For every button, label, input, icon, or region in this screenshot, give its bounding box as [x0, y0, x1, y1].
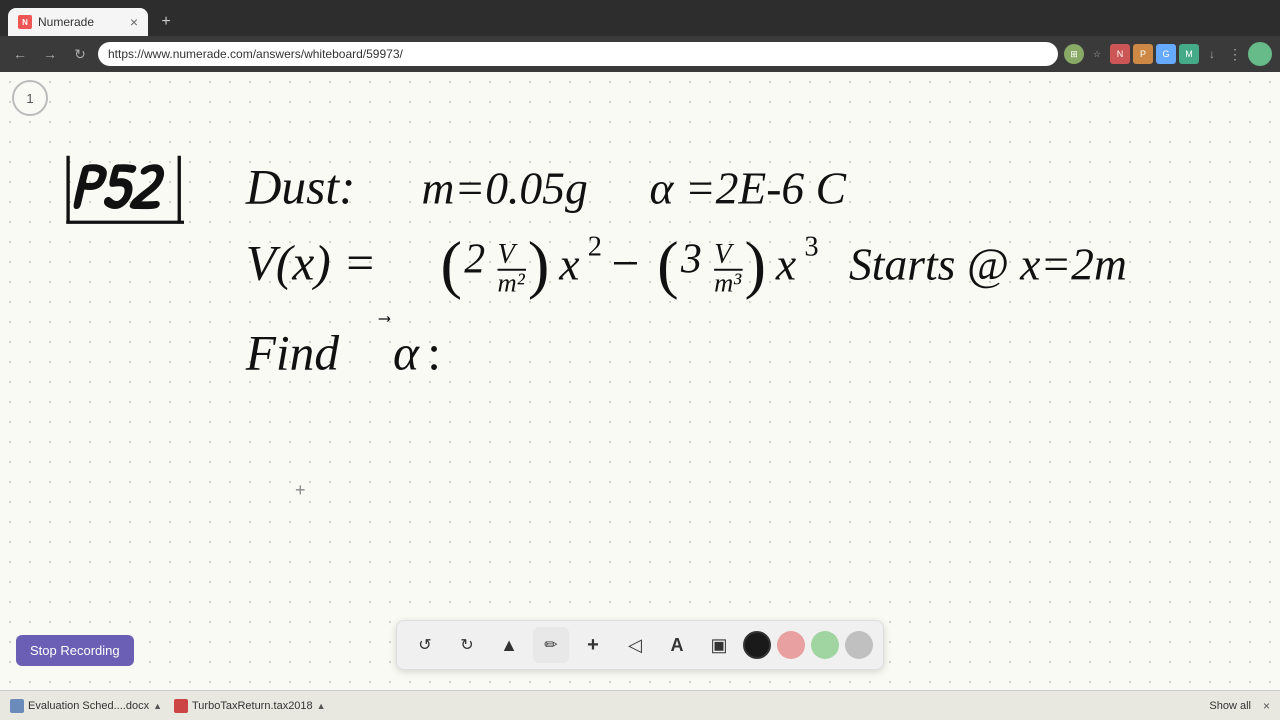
page-number: 1	[12, 80, 48, 116]
tab-favicon: N	[18, 15, 32, 29]
url-bar[interactable]: https://www.numerade.com/answers/whitebo…	[98, 42, 1058, 66]
svg-text:V(x) =: V(x) =	[246, 235, 377, 290]
color-gray-swatch[interactable]	[845, 631, 873, 659]
svg-text:x: x	[775, 238, 796, 289]
svg-text:V: V	[498, 239, 519, 270]
tab-label: Numerade	[38, 15, 94, 29]
svg-text:m³: m³	[714, 268, 742, 298]
extensions-icon[interactable]: ⊞	[1064, 44, 1084, 64]
svg-text:m=0.05g: m=0.05g	[422, 162, 588, 213]
tab-close-icon[interactable]: ×	[130, 14, 138, 30]
svg-text:α: α	[393, 326, 420, 381]
svg-text:Find: Find	[245, 326, 340, 381]
svg-text:x: x	[558, 238, 579, 289]
svg-text:P52: P52	[70, 142, 165, 229]
whiteboard-content: P52 Dust: m=0.05g α =2E-6 C V(x) = ( 2 V…	[10, 132, 1270, 517]
ext2-icon[interactable]: P	[1133, 44, 1153, 64]
show-all-button[interactable]: Show all	[1209, 700, 1251, 712]
svg-text:(: (	[441, 228, 463, 300]
new-tab-button[interactable]: +	[152, 8, 180, 36]
taskbar-item-1-icon	[10, 699, 24, 713]
svg-text:α =2E-6 C: α =2E-6 C	[650, 162, 847, 213]
tab-bar: N Numerade × +	[0, 0, 1280, 36]
browser-toolbar-icons: ⊞ ☆ N P G M ↓ ⋮	[1064, 42, 1272, 66]
bookmark-icon[interactable]: ☆	[1087, 44, 1107, 64]
color-black-swatch[interactable]	[743, 631, 771, 659]
url-text: https://www.numerade.com/answers/whitebo…	[108, 47, 403, 61]
svg-text:3: 3	[804, 232, 818, 263]
eraser-tool-button[interactable]: ◁	[617, 627, 653, 663]
refresh-button[interactable]: ↻	[68, 42, 92, 66]
svg-text:): )	[528, 228, 550, 300]
ext6-icon[interactable]: ⋮	[1225, 44, 1245, 64]
taskbar-item-1-label: Evaluation Sched....docx	[28, 700, 149, 712]
math-content-svg: P52 Dust: m=0.05g α =2E-6 C V(x) = ( 2 V…	[10, 132, 1270, 512]
taskbar-item-2[interactable]: TurboTaxReturn.tax2018 ▲	[174, 699, 326, 713]
svg-text:−: −	[612, 235, 640, 290]
color-pink-swatch[interactable]	[777, 631, 805, 659]
active-tab[interactable]: N Numerade ×	[8, 8, 148, 36]
redo-button[interactable]: ↻	[449, 627, 485, 663]
svg-text:V: V	[714, 239, 735, 270]
ext5-icon[interactable]: ↓	[1202, 44, 1222, 64]
browser-chrome: N Numerade × + ← → ↻ https://www.numerad…	[0, 0, 1280, 72]
taskbar-item-2-icon	[174, 699, 188, 713]
svg-text:Starts @ x=2m: Starts @ x=2m	[849, 238, 1127, 289]
image-tool-button[interactable]: ▣	[701, 627, 737, 663]
select-tool-button[interactable]: ▲	[491, 627, 527, 663]
svg-text:2: 2	[588, 232, 602, 263]
svg-text:(: (	[657, 228, 679, 300]
taskbar-close-icon[interactable]: ×	[1263, 699, 1270, 713]
svg-text:⃗: ⃗	[378, 315, 391, 321]
svg-text:Dust:: Dust:	[245, 159, 356, 214]
taskbar-item-2-label: TurboTaxReturn.tax2018	[192, 700, 313, 712]
svg-text:3: 3	[680, 237, 702, 283]
color-green-swatch[interactable]	[811, 631, 839, 659]
ext4-icon[interactable]: M	[1179, 44, 1199, 64]
svg-text::: :	[427, 326, 441, 381]
add-tool-button[interactable]: +	[575, 627, 611, 663]
crosshair-cursor: +	[295, 480, 306, 501]
text-tool-button[interactable]: A	[659, 627, 695, 663]
svg-text:2: 2	[464, 237, 485, 283]
taskbar-chevron-2[interactable]: ▲	[317, 701, 326, 711]
ext1-icon[interactable]: N	[1110, 44, 1130, 64]
back-button[interactable]: ←	[8, 42, 32, 66]
whiteboard-area: 1 P52 Dust: m=0.05g α =2E-6 C V(x) = ( 2…	[0, 72, 1280, 720]
tool-panel: ↺ ↻ ▲ ✏ + ◁ A ▣	[396, 620, 884, 670]
taskbar: Evaluation Sched....docx ▲ TurboTaxRetur…	[0, 690, 1280, 720]
taskbar-item-1[interactable]: Evaluation Sched....docx ▲	[10, 699, 162, 713]
undo-button[interactable]: ↺	[407, 627, 443, 663]
svg-text:): )	[745, 228, 767, 300]
ext3-icon[interactable]: G	[1156, 44, 1176, 64]
taskbar-chevron-1[interactable]: ▲	[153, 701, 162, 711]
profile-icon[interactable]	[1248, 42, 1272, 66]
address-bar: ← → ↻ https://www.numerade.com/answers/w…	[0, 36, 1280, 72]
pen-tool-button[interactable]: ✏	[533, 627, 569, 663]
svg-text:m²: m²	[498, 268, 526, 298]
drawing-toolbar: ↺ ↻ ▲ ✏ + ◁ A ▣	[0, 620, 1280, 670]
forward-button[interactable]: →	[38, 42, 62, 66]
